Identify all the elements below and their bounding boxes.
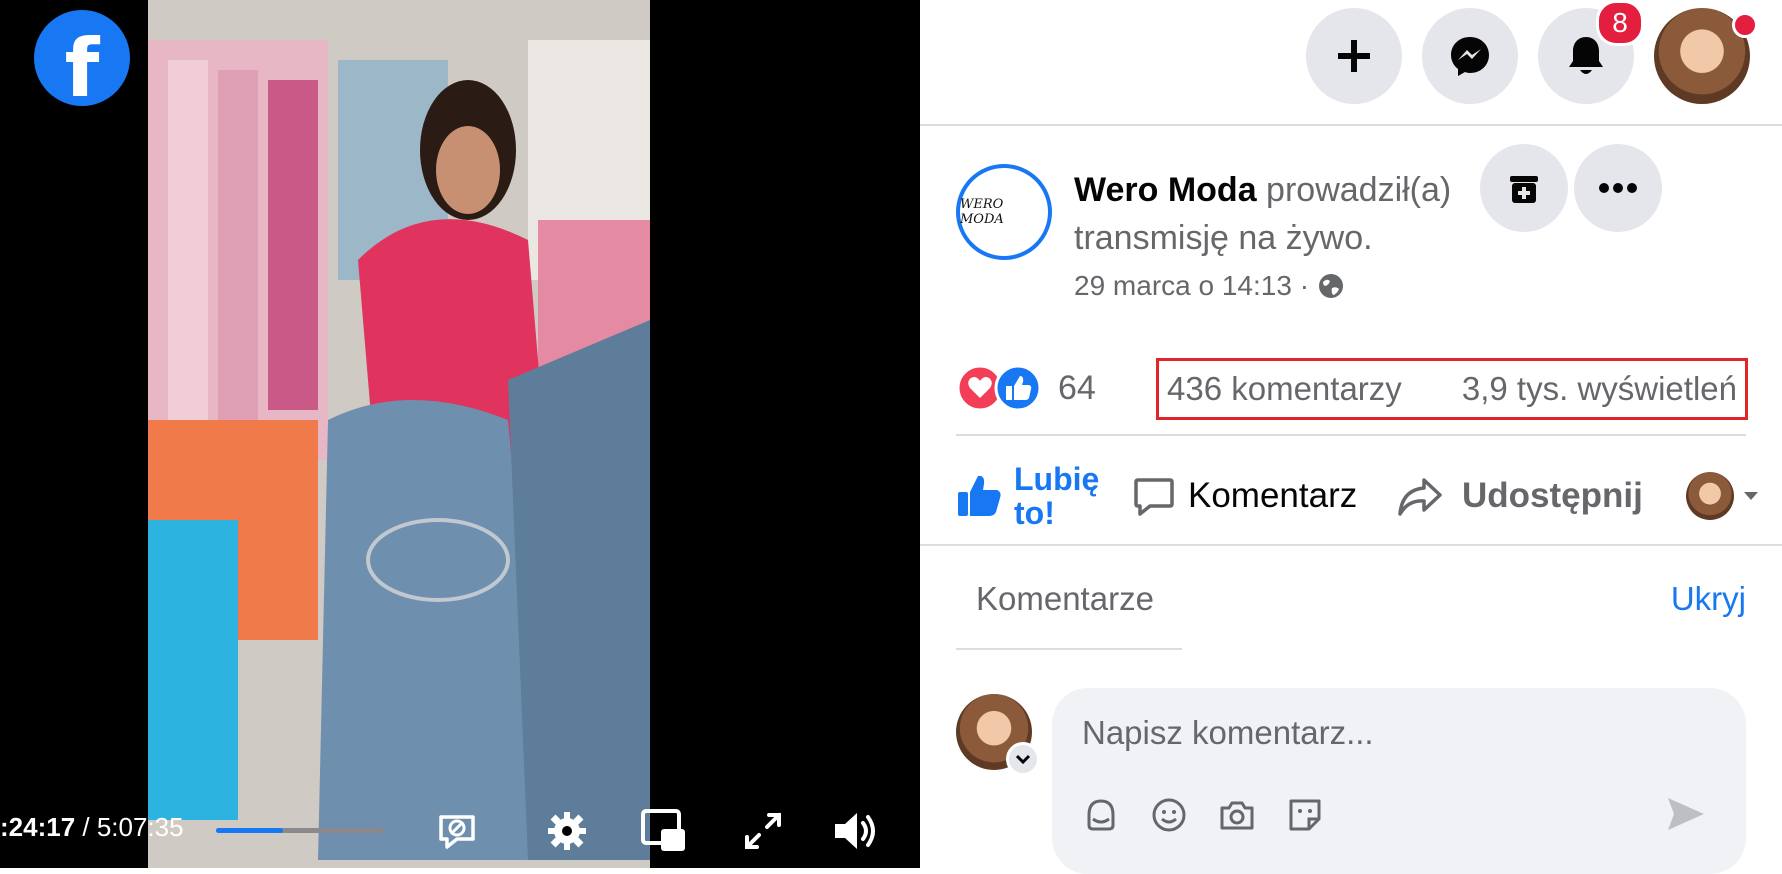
messenger-icon [1451, 37, 1489, 76]
save-post-button[interactable] [1480, 144, 1568, 232]
post-as-avatar [1686, 472, 1734, 520]
comments-header: Komentarze Ukryj [956, 580, 1746, 650]
post-as-selector[interactable] [1686, 456, 1760, 536]
duration: 5:07:35 [96, 812, 184, 842]
commenter-switch-badge[interactable] [1006, 742, 1040, 776]
comment-label: Komentarz [1188, 476, 1358, 515]
camera-icon[interactable] [1214, 792, 1260, 838]
stats-divider [956, 434, 1746, 436]
post-title: Wero Moda prowadził(a) transmisję na żyw… [1074, 166, 1504, 262]
sticker-icon[interactable] [1282, 792, 1328, 838]
messenger-button[interactable] [1422, 8, 1518, 104]
post-actions: Lubię to! Komentarz Udostępnij [956, 456, 1758, 536]
settings-gear-icon[interactable] [542, 806, 592, 856]
like-button[interactable]: Lubię to! [956, 456, 1110, 536]
notifications-count-badge: 8 [1596, 0, 1644, 46]
create-button[interactable] [1306, 8, 1402, 104]
reactions-summary[interactable]: 64 [956, 364, 1096, 412]
caret-down-icon [1744, 492, 1758, 500]
post-date-link[interactable]: 29 marca o 14:13 · [1074, 270, 1309, 302]
post-header: WERO MODA Wero Moda prowadził(a) transmi… [956, 144, 1756, 310]
views-count: 3,9 tys. wyświetleń [1461, 370, 1737, 407]
fullscreen-icon[interactable] [738, 806, 788, 856]
time-separator: / [75, 812, 97, 842]
share-label: Udostępnij [1462, 476, 1643, 515]
emoji-icon[interactable] [1146, 792, 1192, 838]
miniplayer-icon[interactable] [638, 806, 688, 856]
captions-off-icon[interactable] [432, 806, 482, 856]
post-meta: 29 marca o 14:13 · [1074, 270, 1345, 302]
video-player[interactable]: f :24:17 / 5:07:35 [0, 0, 920, 868]
chevron-down-icon [1015, 754, 1031, 764]
progress-bar[interactable] [216, 828, 384, 833]
hide-comments-link[interactable]: Ukryj [1671, 580, 1746, 618]
reaction-count: 64 [1058, 368, 1096, 407]
plus-icon [1338, 40, 1370, 72]
video-time: :24:17 / 5:07:35 [0, 812, 184, 843]
thumbs-up-icon [958, 475, 1001, 516]
comment-bubble-icon [1134, 478, 1174, 516]
comment-button[interactable]: Komentarz [1132, 456, 1357, 536]
video-controls: :24:17 / 5:07:35 [0, 800, 920, 868]
send-icon[interactable] [1666, 796, 1706, 837]
progress-fill [216, 828, 284, 833]
avatar-sticker-icon[interactable] [1078, 792, 1124, 838]
comment-placeholder: Napisz komentarz... [1082, 714, 1374, 751]
bell-icon [1569, 37, 1603, 74]
volume-icon[interactable] [830, 806, 880, 856]
comments-views-highlight: 436 komentarzy 3,9 tys. wyświetleń [1156, 358, 1748, 420]
more-dots-icon [1599, 183, 1637, 193]
comments-tab-underline [956, 648, 1182, 650]
page-avatar[interactable]: WERO MODA [956, 164, 1052, 260]
video-frame[interactable] [148, 0, 650, 868]
top-bar: 8 [920, 0, 1782, 126]
archive-plus-icon [1510, 176, 1538, 203]
current-time: :24:17 [0, 812, 76, 842]
facebook-logo-letter: f [64, 22, 100, 115]
more-options-button[interactable] [1574, 144, 1662, 232]
globe-icon [1319, 274, 1344, 298]
page-name-link[interactable]: Wero Moda [1074, 171, 1257, 209]
like-label: Lubię to! [1014, 461, 1100, 531]
comments-tab[interactable]: Komentarze [976, 580, 1154, 618]
facebook-logo-icon[interactable]: f [34, 10, 130, 115]
post-stats: 64 436 komentarzy 3,9 tys. wyświetleń [956, 358, 1748, 438]
video-scene [148, 0, 650, 868]
post-panel: 8 WERO MODA Wero Moda prowadził(a) trans… [920, 0, 1782, 874]
composer-tools [1078, 792, 1328, 838]
page-logo-text: WERO MODA [960, 197, 1004, 227]
actions-divider [920, 544, 1782, 546]
comment-composer: Napisz komentarz... [956, 688, 1746, 874]
comment-input[interactable]: Napisz komentarz... [1052, 688, 1746, 874]
like-reaction-icon [994, 364, 1042, 412]
share-arrow-icon [1398, 478, 1442, 516]
comments-count-link[interactable]: 436 komentarzy [1167, 370, 1402, 408]
share-button[interactable]: Udostępnij [1396, 456, 1643, 536]
account-alert-dot [1732, 12, 1758, 38]
